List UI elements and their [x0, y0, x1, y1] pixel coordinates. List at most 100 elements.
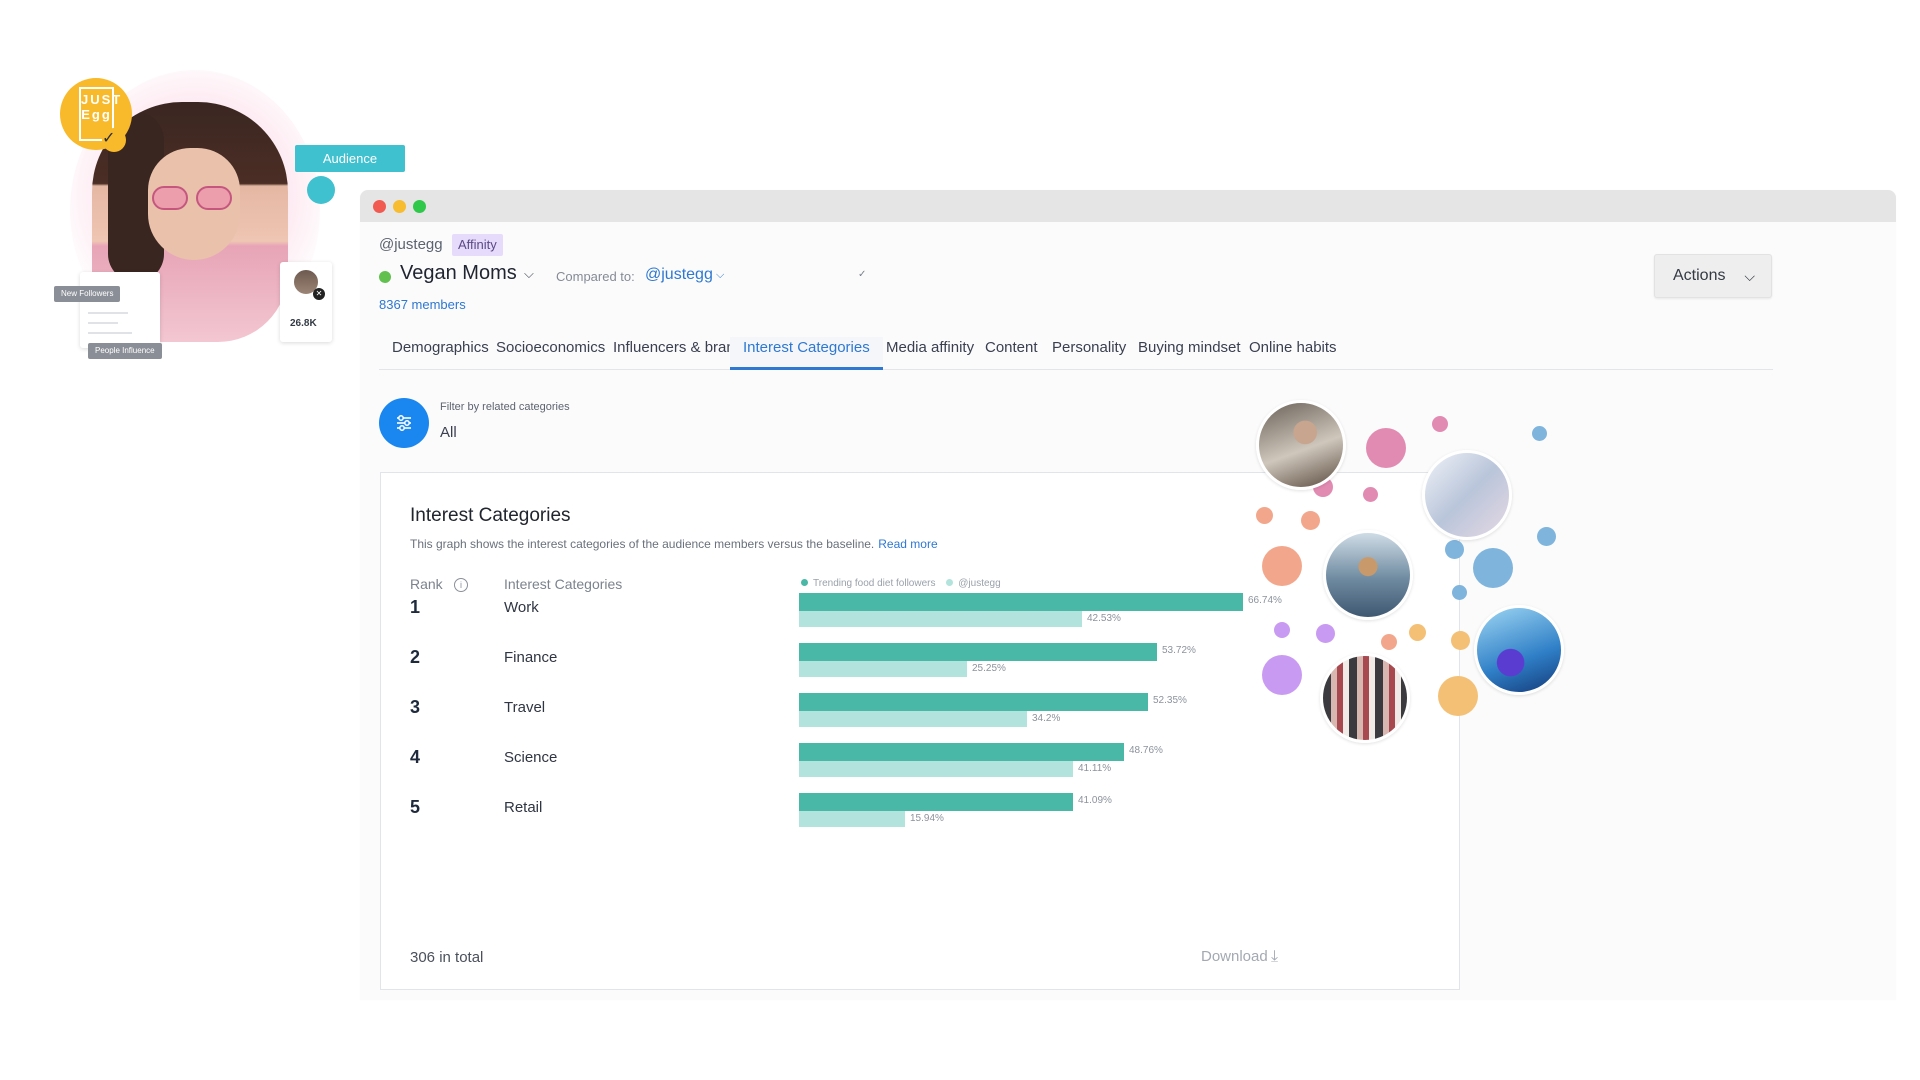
audience-selector[interactable]: Vegan Moms: [400, 262, 517, 285]
teal-dot: [307, 176, 335, 204]
hero-illustration: JUST Egg ✓ Audience New Followers People…: [0, 0, 405, 400]
x-logo-icon: ✕: [313, 288, 325, 300]
rank-number: 4: [410, 747, 421, 767]
download-button[interactable]: Download: [1201, 948, 1268, 965]
card-description: This graph shows the interest categories…: [410, 537, 938, 551]
baseline-bar-label: 41.11%: [1078, 763, 1112, 774]
blue-dot: [1537, 527, 1556, 546]
card-description-text: This graph shows the interest categories…: [410, 537, 875, 551]
legend-primary-swatch: [801, 579, 808, 586]
audience-badge: Audience: [295, 145, 405, 172]
primary-bar[interactable]: [799, 593, 1243, 611]
baseline-bar[interactable]: [799, 811, 905, 827]
primary-bar-label: 52.35%: [1153, 695, 1187, 706]
pink-bubble: [1366, 428, 1406, 468]
pink-dot: [1363, 487, 1378, 502]
baseline-bar-label: 34.2%: [1032, 713, 1061, 724]
tab-interest-categories[interactable]: Interest Categories: [730, 337, 883, 370]
baseline-bar-label: 25.25%: [972, 663, 1006, 674]
legend-base-label: @justegg: [958, 578, 1001, 589]
follower-count: 26.8K: [290, 318, 317, 329]
purple-bubble: [1262, 655, 1302, 695]
edit-icon[interactable]: ✓: [858, 269, 866, 280]
filter-label: Filter by related categories: [440, 401, 570, 413]
actions-button[interactable]: Actions ⌵: [1654, 254, 1772, 298]
primary-bar[interactable]: [799, 693, 1148, 711]
travel-photo: [1323, 530, 1413, 620]
baseline-bar[interactable]: [799, 661, 967, 677]
orange-dot: [1256, 507, 1273, 524]
sliders-icon: [397, 415, 411, 431]
rank-number: 5: [410, 797, 421, 817]
category-label: Retail: [504, 799, 543, 816]
actions-label: Actions: [1673, 267, 1726, 284]
verified-check-icon: ✓: [102, 128, 126, 152]
read-more-link[interactable]: Read more: [878, 537, 937, 551]
total-count: 306 in total: [410, 949, 484, 966]
baseline-bar[interactable]: [799, 761, 1073, 777]
info-icon[interactable]: i: [454, 578, 468, 592]
app-window: @justegg Affinity Vegan Moms ⌵ Compared …: [360, 190, 1896, 1000]
category-label: Science: [504, 749, 558, 766]
baseline-bar[interactable]: [799, 611, 1082, 627]
followers-card: [80, 272, 160, 348]
primary-bar-label: 48.76%: [1129, 745, 1163, 756]
filter-value[interactable]: All: [440, 424, 457, 441]
science-photo: [1474, 605, 1564, 695]
baseline-bar-label: 42.53%: [1087, 613, 1121, 624]
rank-column-header: Rank: [410, 576, 443, 592]
primary-bar-label: 41.09%: [1078, 795, 1112, 806]
chevron-down-icon[interactable]: ⌵: [524, 266, 534, 282]
minimize-window-icon[interactable]: [393, 200, 406, 213]
primary-bar[interactable]: [799, 743, 1124, 761]
primary-bar-label: 53.72%: [1162, 645, 1196, 656]
chart-legend: Trending food diet followers @justegg: [801, 578, 1001, 589]
new-followers-tag: New Followers: [54, 286, 121, 302]
tab-socioeconomics[interactable]: Socioeconomics: [483, 337, 618, 370]
chevron-down-icon: ⌵: [1744, 268, 1755, 284]
compared-chevron-icon[interactable]: ⌵: [716, 269, 724, 282]
tab-media-affinity[interactable]: Media affinity: [873, 337, 987, 370]
interest-categories-card: Interest Categories This graph shows the…: [380, 472, 1460, 990]
card-title: Interest Categories: [410, 505, 571, 526]
primary-bar[interactable]: [799, 643, 1157, 661]
purple-dot: [1316, 624, 1335, 643]
primary-bar-label: 66.74%: [1248, 595, 1282, 606]
tab-buying-mindset[interactable]: Buying mindset: [1125, 337, 1254, 370]
blue-dot: [1452, 585, 1467, 600]
members-count[interactable]: 8367 members: [379, 297, 466, 312]
legend-base-swatch: [946, 579, 954, 586]
finance-photo: [1422, 450, 1512, 540]
blue-dot: [1532, 426, 1547, 441]
legend-primary-label: Trending food diet followers: [813, 578, 936, 589]
rank-number: 2: [410, 647, 421, 667]
affinity-badge: Affinity: [452, 234, 503, 256]
rank-number: 3: [410, 697, 421, 717]
rank-number: 1: [410, 597, 421, 617]
blue-bubble: [1473, 548, 1513, 588]
yellow-bubble: [1438, 676, 1478, 716]
tab-bar: Demographics Socioeconomics Influencers …: [379, 337, 1773, 370]
purple-dot: [1274, 622, 1290, 638]
yellow-dot: [1451, 631, 1470, 650]
retail-photo: [1320, 653, 1410, 743]
compared-selector[interactable]: @justegg: [645, 266, 713, 284]
account-handle: @justegg: [379, 236, 443, 253]
primary-bar[interactable]: [799, 793, 1073, 811]
close-window-icon[interactable]: [373, 200, 386, 213]
window-titlebar: [360, 190, 1896, 222]
tab-online-habits[interactable]: Online habits: [1236, 337, 1350, 370]
category-label: Work: [504, 599, 539, 616]
category-label: Finance: [504, 649, 558, 666]
orange-bubble: [1262, 546, 1302, 586]
category-label: Travel: [504, 699, 546, 716]
work-photo: [1256, 400, 1346, 490]
download-icon[interactable]: ⤓: [1271, 948, 1278, 966]
orange-dot: [1381, 634, 1397, 650]
yellow-dot: [1409, 624, 1426, 641]
maximize-window-icon[interactable]: [413, 200, 426, 213]
blue-dot: [1445, 540, 1464, 559]
orange-dot: [1301, 511, 1320, 530]
filter-button[interactable]: [379, 398, 429, 448]
baseline-bar[interactable]: [799, 711, 1027, 727]
